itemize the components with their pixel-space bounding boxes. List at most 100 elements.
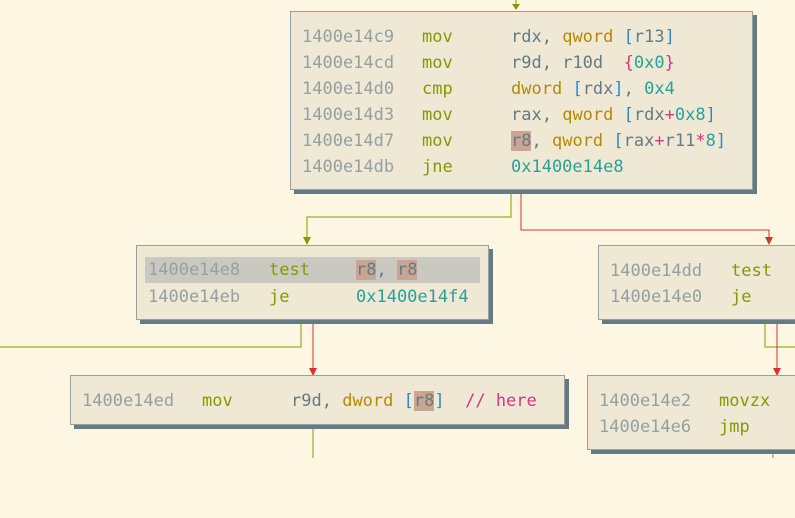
size-keyword: qword [562,105,614,125]
size-keyword: dword [511,79,563,99]
instruction-mnemonic: jne [422,157,453,177]
bracket: [ [623,105,634,125]
instruction-address: 1400e14c9 [302,27,395,47]
value-annotation: 0x0 [633,53,665,73]
basic-block-1400e14c9[interactable]: 1400e14c9 mov rdx, qword [r13] 1400e14cd… [290,11,753,190]
instruction-row[interactable]: 1400e14c9 mov rdx, qword [r13] [291,24,752,50]
edge-arrowhead [765,237,773,245]
instruction-address: 1400e14e2 [599,391,692,411]
instruction-address: 1400e14db [302,157,395,177]
instruction-address: 1400e14e8 [148,260,241,280]
separator [603,131,613,151]
instruction-address: 1400e14dd [610,261,703,281]
separator: , [321,391,343,411]
separator: , [541,105,563,125]
size-keyword: dword [342,391,394,411]
register-operand[interactable]: rdx [634,105,665,125]
instruction-row-selected[interactable]: 1400e14e8 test r8, r8 [145,257,480,283]
separator [603,53,623,73]
highlighted-register-r8[interactable]: r8 [511,131,532,151]
basic-block-1400e14dd[interactable]: 1400e14dd test 1400e14e0 je [598,245,795,320]
instruction-mnemonic: jmp [719,417,750,437]
size-keyword: qword [551,131,604,151]
instruction-mnemonic: cmp [422,79,453,99]
instruction-row[interactable]: 1400e14d3 mov rax, qword [rdx+0x8] [291,102,752,128]
immediate-operand: 0x4 [644,79,675,99]
instruction-mnemonic: mov [422,131,453,151]
separator [613,27,623,47]
instruction-address: 1400e14ed [82,391,175,411]
instruction-address: 1400e14d7 [302,131,395,151]
instruction-mnemonic: mov [202,391,233,411]
operator: + [654,131,665,151]
bracket: ] [664,27,675,47]
separator [562,79,572,99]
register-operand[interactable]: rdx [511,27,542,47]
instruction-address: 1400e14d3 [302,105,395,125]
user-comment[interactable]: // here [465,391,537,411]
instruction-mnemonic: mov [422,105,453,125]
register-operand[interactable]: r13 [634,27,665,47]
separator [613,105,623,125]
bracket: ] [613,79,624,99]
highlighted-register-r8[interactable]: r8 [413,391,435,411]
separator: , [623,79,645,99]
register-operand[interactable]: r11 [665,131,696,151]
jump-target-link[interactable]: 0x1400e14f4 [356,284,469,310]
highlighted-register-r8[interactable]: r8 [396,260,418,280]
instruction-address: 1400e14e6 [599,417,692,437]
basic-block-1400e14e8[interactable]: 1400e14e8 test r8, r8 1400e14eb je 0x140… [136,245,489,320]
instruction-operands: r9d, dword [r8] // here [291,388,537,414]
instruction-row[interactable]: 1400e14db jne 0x1400e14e8 [291,154,752,180]
instruction-operands: r8, qword [rax+r11*8] [511,128,726,154]
instruction-mnemonic: test [731,261,772,281]
separator: , [541,53,563,73]
instruction-row[interactable]: 1400e14e6 jmp [588,414,795,440]
instruction-mnemonic: mov [422,27,453,47]
value-annotation-brace: } [664,53,675,73]
edge-false-top-to-right [520,193,770,240]
basic-block-1400e14ed[interactable]: 1400e14ed mov r9d, dword [r8] // here [70,375,565,425]
edge-true-right-offscreen [764,323,795,348]
bracket: [ [403,391,414,411]
instruction-mnemonic: je [269,287,290,307]
separator [393,391,403,411]
register-operand[interactable]: rdx [583,79,614,99]
basic-block-1400e14e2[interactable]: 1400e14e2 movzx 1400e14e6 jmp [587,375,795,450]
instruction-row[interactable]: 1400e14cd mov r9d, r10d {0x0} [291,50,752,76]
bracket: ] [705,105,716,125]
immediate-operand: 8 [705,131,716,151]
edge-true-top-to-test [306,193,512,240]
separator: , [541,27,563,47]
jump-target-link[interactable]: 0x1400e14e8 [511,154,624,180]
instruction-row[interactable]: 1400e14eb je 0x1400e14f4 [137,284,488,310]
instruction-operands: rdx, qword [r13] [511,24,675,50]
operator: + [664,105,675,125]
instruction-operands: r9d, r10d {0x0} [511,50,675,76]
register-operand[interactable]: rax [624,131,655,151]
instruction-mnemonic: je [731,287,752,307]
bracket: ] [434,391,445,411]
instruction-row[interactable]: 1400e14dd test [599,258,795,284]
instruction-row[interactable]: 1400e14d7 mov r8, qword [rax+r11*8] [291,128,752,154]
value-annotation-brace: { [623,53,634,73]
operator: * [695,131,706,151]
bracket: ] [715,131,727,151]
instruction-address: 1400e14cd [302,53,395,73]
instruction-row[interactable]: 1400e14e0 je [599,284,795,310]
highlighted-register-r8[interactable]: r8 [356,260,377,280]
immediate-operand: 0x8 [674,105,706,125]
register-operand[interactable]: r9d [511,53,542,73]
bracket: [ [572,79,583,99]
instruction-row[interactable]: 1400e14e2 movzx [588,388,795,414]
separator: , [376,260,397,280]
register-operand[interactable]: r9d [291,391,322,411]
instruction-row[interactable]: 1400e14d0 cmp dword [rdx], 0x4 [291,76,752,102]
size-keyword: qword [562,27,614,47]
register-operand[interactable]: r10d [562,53,603,73]
instruction-address: 1400e14eb [148,287,241,307]
instruction-row[interactable]: 1400e14ed mov r9d, dword [r8] // here [71,388,564,414]
instruction-address: 1400e14d0 [302,79,395,99]
edge-arrowhead [512,4,520,10]
register-operand[interactable]: rax [511,105,542,125]
